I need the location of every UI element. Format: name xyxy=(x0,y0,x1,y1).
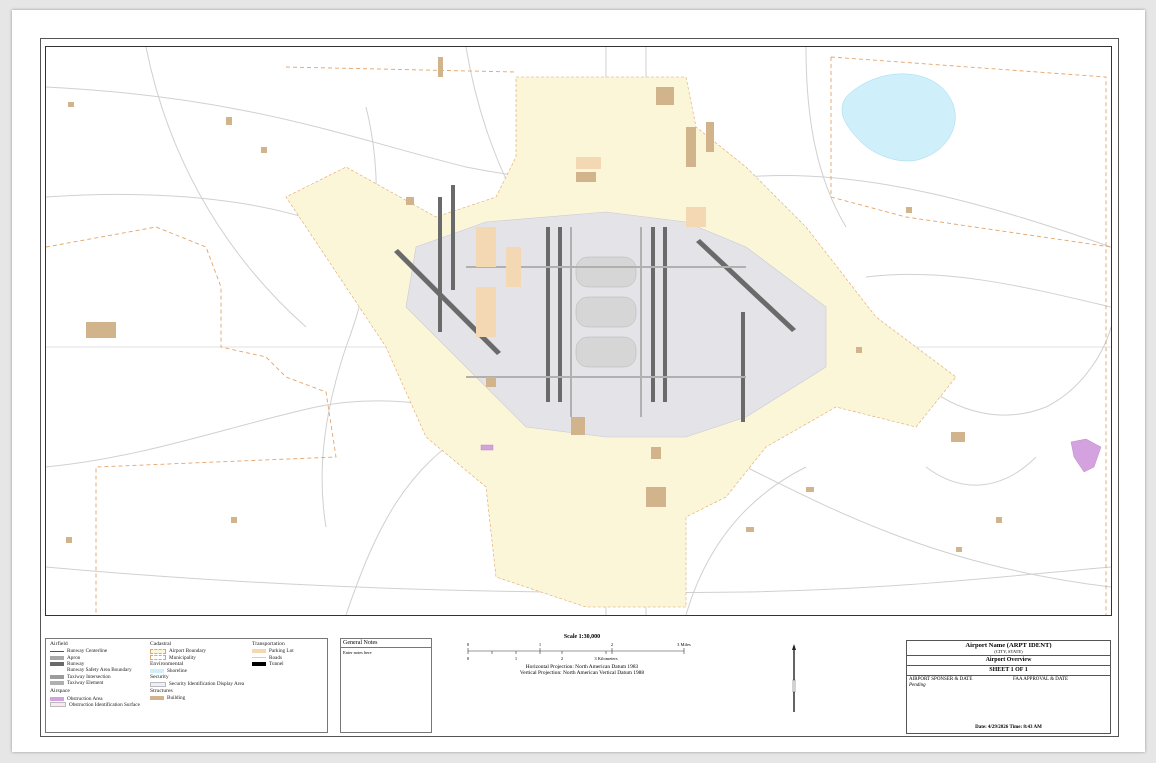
approval-status: Pending xyxy=(909,683,926,688)
legend-label: Roads xyxy=(269,654,282,661)
scale-mile-3: 3 Miles xyxy=(677,642,691,647)
print-date: Date: 4/29/2026 Time: 8:43 AM xyxy=(975,725,1042,730)
legend-swatch xyxy=(150,681,166,687)
legend-item-structures: Building xyxy=(150,695,260,701)
legend-heading-cadastral: Cadastral xyxy=(150,641,172,647)
legend-item-airspace: Obstruction Identification Surface xyxy=(50,702,140,708)
north-arrow xyxy=(780,642,810,724)
scale-bar: 0 1 2 3 Miles 0 1 2 3 Kilometers xyxy=(467,642,691,661)
title-block: Airport Name (ARPT IDENT) (CITY, STATE) … xyxy=(906,640,1111,734)
general-notes-box: General Notes Enter notes here xyxy=(340,638,432,733)
legend-label: Apron xyxy=(67,654,81,661)
legend-heading-transportation: Transportation xyxy=(252,641,285,647)
legend-swatch xyxy=(252,661,266,666)
legend-swatch xyxy=(50,696,64,701)
scale-km-3: 3 Kilometers xyxy=(594,656,618,661)
legend-heading-structures: Structures xyxy=(150,687,173,694)
legend-heading-environmental: Environmental xyxy=(150,660,184,667)
legend-swatch xyxy=(150,648,166,654)
legend-cadastral: Cadastral Airport Boundary Municipality E… xyxy=(150,641,260,701)
north-arrow-icon xyxy=(792,644,796,712)
concourses xyxy=(575,256,637,368)
legend-heading-airfield: Airfield xyxy=(50,641,68,647)
legend-label: Taxiway Intersection xyxy=(67,673,111,680)
sponsor-label: AIRPORT SPONSER & DATE xyxy=(909,677,973,682)
legend-swatch xyxy=(50,674,64,679)
legend-item-transportation: Tunnel xyxy=(252,661,324,667)
legend-label: Security Identification Display Area xyxy=(169,681,245,688)
sheet-number: SHEET 1 OF 1 xyxy=(907,666,1110,676)
legend-label: Shoreline xyxy=(167,667,187,674)
map-legend: Airfield Runway Centerline Apron Runway Run… xyxy=(45,638,328,733)
airport-name: Airport Name (ARPT IDENT) xyxy=(965,642,1052,649)
legend-label: Obstruction Area xyxy=(67,695,103,702)
scale-mile-1: 1 xyxy=(539,642,541,647)
lake-shoreline xyxy=(841,73,956,162)
city-state: (CITY, STATE) xyxy=(907,649,1110,656)
legend-transportation: Transportation Parking Lot Roads Tunnel xyxy=(252,641,324,667)
general-notes-body: Enter notes here xyxy=(343,650,372,655)
scale-km-1: 1 xyxy=(515,656,517,661)
legend-swatch xyxy=(252,657,266,659)
legend-item-airfield: Taxiway Element xyxy=(50,680,140,686)
airport-map[interactable] xyxy=(46,47,1111,615)
legend-heading-security: Security xyxy=(150,674,169,681)
legend-swatch xyxy=(150,695,164,700)
legend-swatch xyxy=(150,668,164,673)
legend-swatch xyxy=(252,649,266,654)
sheet-name: Airport Overview xyxy=(907,656,1110,666)
legend-label: Runway Safety Area Boundary xyxy=(67,667,132,674)
legend-label: Building xyxy=(167,694,186,701)
vertical-datum: Vertical Projection: North American Vert… xyxy=(519,670,645,676)
legend-label: Runway Centerline xyxy=(67,648,108,655)
legend-label: Airport Boundary xyxy=(169,648,207,655)
legend-label: Obstruction Identification Surface xyxy=(69,701,140,708)
faa-label: FAA APPROVAL & DATE xyxy=(1012,677,1068,682)
approval-row: AIRPORT SPONSER & DATE FAA APPROVAL & DA… xyxy=(907,676,1110,683)
legend-heading-airspace: Airspace xyxy=(50,688,70,695)
scale-km-2: 2 xyxy=(561,656,563,661)
legend-label: Tunnel xyxy=(269,660,284,667)
legend-swatch xyxy=(50,668,64,672)
general-notes-heading: General Notes xyxy=(341,639,431,648)
legend-swatch xyxy=(50,655,64,660)
legend-swatch xyxy=(50,681,64,686)
legend-label: Taxiway Element xyxy=(67,680,104,687)
scale-mile-0: 0 xyxy=(467,642,470,647)
scale-mile-2: 2 xyxy=(611,642,613,647)
map-canvas[interactable] xyxy=(45,46,1112,616)
legend-swatch xyxy=(50,702,66,708)
legend-label: Parking Lot xyxy=(269,648,294,655)
legend-label: Municipality xyxy=(169,654,196,661)
scale-km-0: 0 xyxy=(467,656,470,661)
legend-swatch xyxy=(50,650,64,652)
legend-swatch xyxy=(50,661,64,666)
legend-airfield: Airfield Runway Centerline Apron Runway Run… xyxy=(50,641,140,708)
legend-swatch xyxy=(150,655,166,661)
scale-bar-block: Scale 1:30,000 0 1 2 3 Miles 0 1 2 3 Kil… xyxy=(462,634,702,694)
